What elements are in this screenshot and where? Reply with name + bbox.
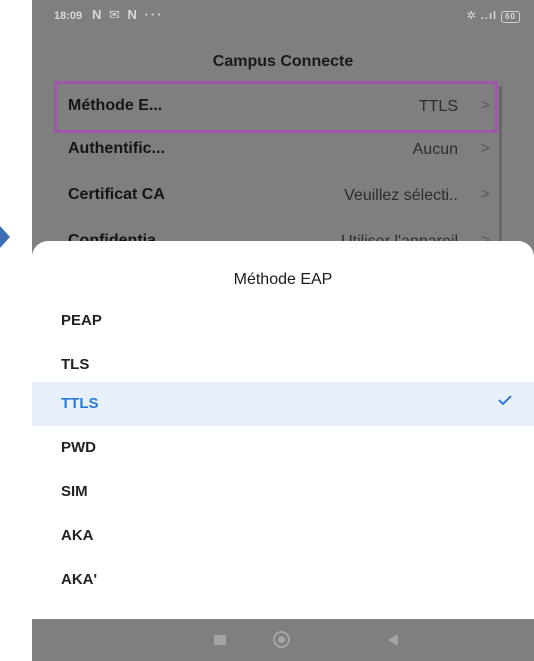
check-icon — [498, 395, 512, 405]
sheet-title: Méthode EAP — [233, 271, 333, 288]
option-ttls[interactable]: TTLS — [32, 382, 534, 426]
option-tls[interactable]: TLS — [32, 343, 534, 387]
setting-label: Méthode E... — [68, 97, 163, 114]
scrollbar[interactable] — [499, 86, 502, 256]
signal-icon: ✲ ..ıl — [466, 10, 498, 22]
chevron-right-icon: > — [480, 186, 490, 203]
navigation-bar — [32, 619, 534, 661]
battery-icon: 60 — [501, 11, 520, 23]
left-margin — [0, 0, 32, 661]
chevron-right-icon: > — [480, 97, 490, 114]
setting-label: Authentific... — [68, 140, 165, 157]
status-time: 18:09 — [54, 10, 83, 22]
setting-label: Certificat CA — [68, 186, 165, 203]
option-sim[interactable]: SIM — [32, 470, 534, 514]
setting-row-ca-certificate[interactable]: Certificat CA Veuillez sélecti.. > — [54, 170, 498, 222]
recent-apps-button[interactable] — [200, 619, 240, 661]
setting-value: Veuillez sélecti.. — [344, 187, 458, 204]
option-label: AKA' — [61, 571, 98, 588]
back-button[interactable] — [374, 619, 414, 661]
eap-method-sheet: Méthode EAP PEAP TLS TTLS PWD SIM AKA AK… — [32, 241, 534, 619]
chevron-right-icon: > — [480, 140, 490, 157]
phone-screen: 18:09 N ✉ N ··· ✲ ..ıl 60 Campus Connecte… — [32, 0, 534, 661]
setting-value: TTLS — [418, 98, 458, 115]
option-label: AKA — [61, 527, 94, 544]
option-pwd[interactable]: PWD — [32, 426, 534, 470]
notification-icons: N ✉ N ··· — [92, 7, 164, 22]
option-label: SIM — [61, 483, 88, 500]
home-button[interactable] — [261, 619, 301, 661]
setting-row-authentication[interactable]: Authentific... Aucun > — [54, 124, 498, 176]
option-label: PEAP — [61, 312, 102, 329]
option-label: TTLS — [61, 395, 99, 412]
setting-value: Aucun — [412, 141, 458, 158]
status-bar: 18:09 N ✉ N ··· ✲ ..ıl 60 — [32, 0, 534, 34]
option-aka-prime[interactable]: AKA' — [32, 558, 534, 602]
option-aka[interactable]: AKA — [32, 514, 534, 558]
option-label: PWD — [61, 439, 96, 456]
back-triangle-icon — [388, 634, 398, 646]
signal-battery-icons: ✲ ..ıl 60 — [467, 9, 520, 23]
square-icon — [214, 635, 226, 645]
circle-icon — [273, 631, 290, 648]
option-peap[interactable]: PEAP — [32, 299, 534, 343]
option-label: TLS — [61, 356, 90, 373]
pointer-arrow-icon — [0, 226, 10, 248]
network-title: Campus Connecte — [212, 53, 354, 70]
